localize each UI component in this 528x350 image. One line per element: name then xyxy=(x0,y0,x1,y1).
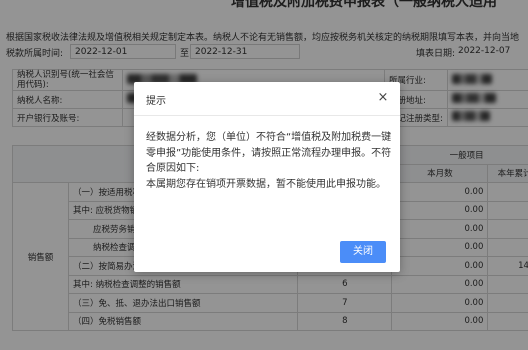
dialog-message-reason: 本属期您存在销项开票数据，暂不能使用此申报功能。 xyxy=(146,178,386,190)
dialog-header: 提示 × xyxy=(134,82,400,116)
close-icon[interactable]: × xyxy=(376,91,390,105)
close-button[interactable]: 关闭 xyxy=(340,241,386,263)
notice-dialog: 提示 × 经数据分析，您（单位）不符合“增值税及附加税费一键零申报”功能使用条件… xyxy=(134,82,400,272)
dialog-message-main: 经数据分析，您（单位）不符合“增值税及附加税费一键零申报”功能使用条件，请按照正… xyxy=(146,132,392,174)
dialog-title: 提示 xyxy=(146,96,166,107)
dialog-message: 经数据分析，您（单位）不符合“增值税及附加税费一键零申报”功能使用条件，请按照正… xyxy=(146,130,392,192)
